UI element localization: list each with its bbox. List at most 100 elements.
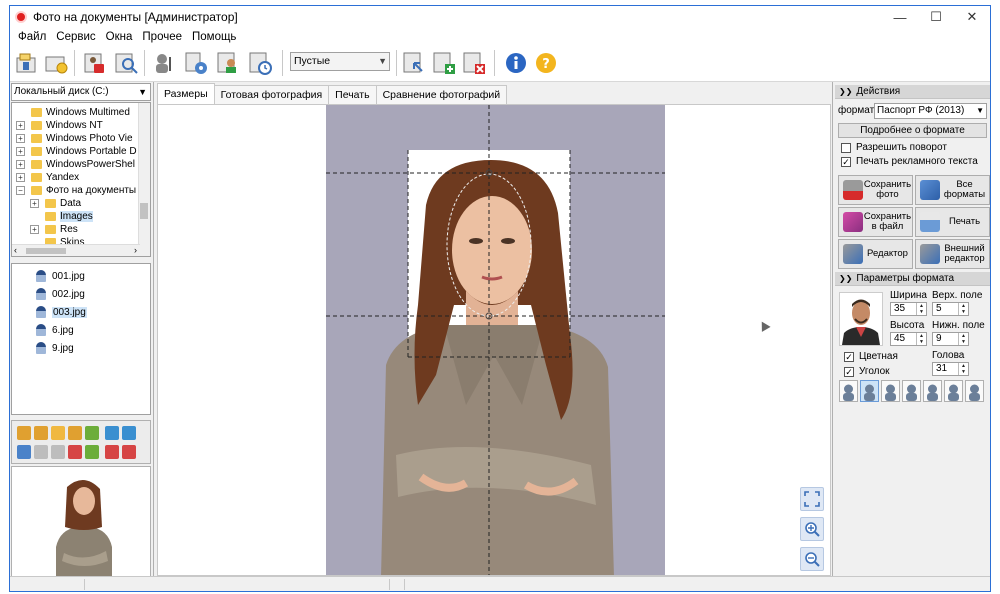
params-section-header[interactable]: ❯❯ Параметры формата — [835, 272, 990, 286]
tab-print[interactable]: Печать — [328, 85, 377, 104]
file-item[interactable]: 002.jpg — [36, 287, 85, 301]
stepper-arrows-icon[interactable]: ▲ ▼ — [958, 363, 968, 375]
tree-item-selected[interactable]: Images — [30, 210, 93, 223]
maximize-button[interactable]: ☐ — [918, 6, 954, 28]
refresh-icon[interactable] — [85, 445, 99, 459]
zoom-out-icon[interactable] — [800, 547, 824, 571]
help-icon[interactable]: ? — [532, 49, 560, 77]
head-style-5-icon[interactable] — [923, 380, 942, 402]
sort-za-icon[interactable] — [122, 445, 136, 459]
print-button[interactable]: Печать — [915, 207, 990, 237]
expand-icon[interactable]: + — [16, 121, 25, 130]
width-stepper[interactable]: 35 ▲ ▼ — [890, 302, 927, 316]
delete-icon[interactable] — [68, 445, 82, 459]
rotate-left-icon[interactable] — [105, 426, 119, 440]
menu-file[interactable]: Файл — [13, 31, 51, 43]
stepper-arrows-icon[interactable]: ▲ ▼ — [916, 303, 926, 315]
add-page-icon[interactable] — [34, 445, 48, 459]
person-card-icon[interactable] — [214, 49, 242, 77]
user-settings-icon[interactable] — [150, 49, 178, 77]
head-style-7-icon[interactable] — [965, 380, 984, 402]
source-photo[interactable] — [326, 105, 665, 575]
add-green-icon[interactable] — [430, 49, 458, 77]
paste-icon[interactable] — [34, 426, 48, 440]
select-arrow-icon[interactable] — [400, 49, 428, 77]
tab-ready-photo[interactable]: Готовая фотография — [213, 85, 330, 104]
stepper-arrows-icon[interactable]: ▲ ▼ — [958, 333, 968, 345]
tree-horizontal-scrollbar[interactable]: ‹ › — [12, 244, 140, 256]
expand-icon[interactable]: + — [30, 225, 39, 234]
tree-item[interactable]: + Res — [30, 223, 78, 236]
filter-select[interactable]: Пустые ▼ — [290, 52, 390, 71]
corner-checkbox[interactable]: ✓ — [844, 367, 854, 377]
tree-item[interactable]: + Windows Portable D — [16, 145, 137, 158]
tree-item[interactable]: + Windows Photo Vie — [16, 132, 133, 145]
minimize-button[interactable]: — — [882, 6, 918, 28]
tab-compare[interactable]: Сравнение фотографий — [375, 85, 508, 104]
actions-section-header[interactable]: ❯❯ Действия — [835, 85, 990, 99]
save-photo-icon[interactable] — [80, 49, 108, 77]
file-item[interactable]: 9.jpg — [36, 341, 74, 355]
copy-icon[interactable] — [17, 426, 31, 440]
format-details-button[interactable]: Подробнее о формате — [838, 123, 987, 138]
top-margin-stepper[interactable]: 5 ▲ ▼ — [932, 302, 969, 316]
photo-canvas[interactable] — [157, 104, 831, 576]
file-item[interactable]: 001.jpg — [36, 269, 85, 283]
format-select[interactable]: Паспорт РФ (2013) ▼ — [874, 103, 987, 119]
all-formats-button[interactable]: Все форматы — [915, 175, 990, 205]
menu-service[interactable]: Сервис — [51, 31, 100, 43]
calendar-clock-icon[interactable] — [246, 49, 274, 77]
expand-icon[interactable]: + — [16, 173, 25, 182]
head-style-1-icon[interactable] — [839, 380, 858, 402]
info-icon[interactable] — [502, 49, 530, 77]
head-style-3-icon[interactable] — [881, 380, 900, 402]
search-image-icon[interactable] — [112, 49, 140, 77]
expand-icon[interactable]: + — [16, 134, 25, 143]
tree-item[interactable]: + Data — [30, 197, 81, 210]
pencil-icon[interactable] — [17, 445, 31, 459]
print-ad-checkbox[interactable]: ✓ — [841, 157, 851, 167]
expand-icon[interactable]: + — [30, 199, 39, 208]
menu-help[interactable]: Помощь — [187, 31, 241, 43]
zoom-in-icon[interactable] — [800, 517, 824, 541]
collapse-icon[interactable]: − — [16, 186, 25, 195]
height-stepper[interactable]: 45 ▲ ▼ — [890, 332, 927, 346]
head-style-4-icon[interactable] — [902, 380, 921, 402]
head-style-6-icon[interactable] — [944, 380, 963, 402]
gear-icon[interactable] — [182, 49, 210, 77]
close-button[interactable]: ✕ — [954, 6, 990, 28]
open-folder-icon[interactable] — [12, 49, 40, 77]
drive-select[interactable]: Локальный диск (C:) ▼ — [11, 83, 151, 101]
export-icon[interactable] — [85, 426, 99, 440]
tree-item[interactable]: + Yandex — [16, 171, 79, 184]
menu-windows[interactable]: Окна — [101, 31, 138, 43]
external-editor-button[interactable]: Внешний редактор — [915, 239, 990, 269]
scroll-left-icon[interactable]: ‹ — [14, 245, 17, 255]
stepper-arrows-icon[interactable]: ▲ ▼ — [958, 303, 968, 315]
move-icon[interactable] — [68, 426, 82, 440]
stepper-arrows-icon[interactable]: ▲ ▼ — [916, 333, 926, 345]
tree-item[interactable]: + WindowsPowerShel — [16, 158, 135, 171]
fit-screen-icon[interactable] — [800, 487, 824, 511]
head-style-2-icon[interactable] — [860, 380, 879, 402]
sort-az-icon[interactable] — [105, 445, 119, 459]
tree-item[interactable]: Windows Multimed — [16, 106, 130, 119]
new-folder-icon[interactable] — [42, 49, 70, 77]
editor-button[interactable]: Редактор — [838, 239, 913, 269]
folder-open-icon[interactable] — [51, 426, 65, 440]
tree-item[interactable]: + Windows NT — [16, 119, 103, 132]
remove-page-icon[interactable] — [51, 445, 65, 459]
expand-icon[interactable]: + — [16, 147, 25, 156]
head-stepper[interactable]: 31 ▲ ▼ — [932, 362, 969, 376]
tree-item[interactable]: − Фото на документы — [16, 184, 136, 197]
menu-other[interactable]: Прочее — [137, 31, 187, 43]
delete-red-icon[interactable] — [460, 49, 488, 77]
tree-vertical-scrollbar[interactable] — [138, 103, 150, 256]
save-photo-button[interactable]: Сохранить фото — [838, 175, 913, 205]
allow-rotation-checkbox[interactable] — [841, 143, 851, 153]
expand-icon[interactable]: + — [16, 160, 25, 169]
color-checkbox[interactable]: ✓ — [844, 352, 854, 362]
scroll-right-icon[interactable]: › — [134, 245, 137, 255]
save-to-file-button[interactable]: Сохранить в файл — [838, 207, 913, 237]
file-item[interactable]: 6.jpg — [36, 323, 74, 337]
